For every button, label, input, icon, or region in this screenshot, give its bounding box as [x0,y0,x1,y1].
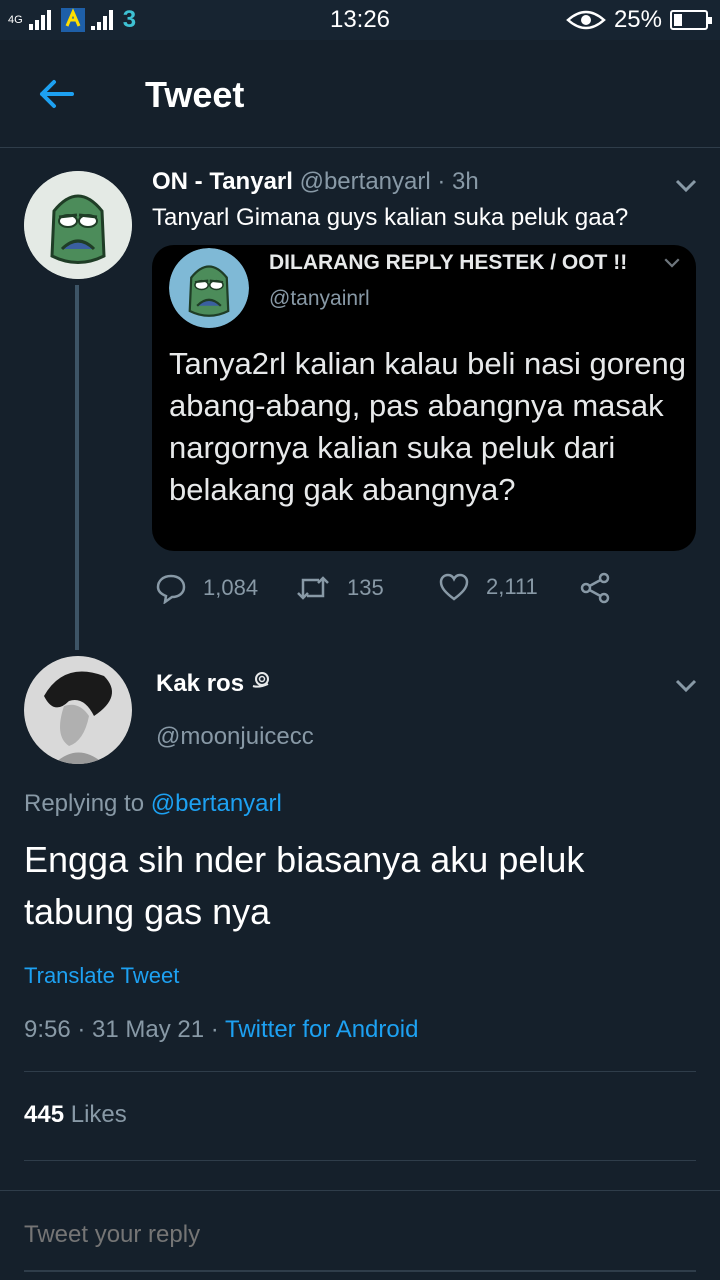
author-name[interactable]: ON - Tanyarl [152,168,293,195]
share-icon [580,572,610,604]
author-handle[interactable]: @moonjuicecc [156,723,314,751]
reply-action[interactable]: 1,084 [155,572,258,604]
likes-label: Likes [70,1101,127,1128]
separator: · [437,168,446,195]
retweet-count: 135 [347,575,384,600]
back-arrow-icon[interactable] [36,74,76,114]
reply-underline [24,1270,696,1272]
photo-avatar-icon [24,656,132,764]
parent-tweet-header: ON - Tanyarl @bertanyarl · 3h [152,168,479,196]
divider [24,1160,696,1161]
quoted-author-name: DILARANG REPLY HESTEK / OOT !! [269,251,628,274]
thread-line [75,285,79,650]
quoted-tweet-text: Tanya2rl kalian kalau beli nasi goreng a… [169,346,686,507]
tweet-source-link[interactable]: Twitter for Android [225,1016,418,1043]
translate-tweet-link[interactable]: Translate Tweet [24,963,179,989]
like-action[interactable]: 2,111 [438,572,538,602]
reply-bar [0,1190,720,1280]
status-right: 25% [566,6,712,34]
reply-count: 1,084 [203,575,259,600]
fish-avatar-icon [24,171,132,279]
replying-handle-link[interactable]: @bertanyarl [151,790,282,817]
chevron-down-icon[interactable] [674,178,698,194]
likes-count: 445 [24,1101,65,1128]
author-name[interactable]: Kak ros [156,670,271,698]
quoted-avatar [169,248,249,328]
reply-input[interactable] [24,1221,624,1249]
snail-emoji-icon [252,672,269,688]
likes-stat[interactable]: 445 Likes [24,1101,127,1129]
battery-percent: 25% [613,6,662,33]
heart-icon [439,573,469,601]
eye-icon [566,10,606,30]
author-handle[interactable]: @bertanyarl [300,168,431,195]
quoted-author-handle: @tanyainrl [269,287,370,310]
tweet-actions: 1,084 135 2,111 [155,572,635,616]
page-title: Tweet [145,74,245,115]
author-name-text: Kak ros [156,670,245,697]
tweet-time: 3h [452,168,479,195]
quoted-tweet-image[interactable]: DILARANG REPLY HESTEK / OOT !! @tanyainr… [152,245,696,551]
battery-level [674,14,682,26]
fish-avatar-icon [169,248,249,328]
avatar[interactable] [24,656,132,764]
status-bar: 4G 3 13:26 25% [0,0,720,40]
quoted-chevron-icon [664,258,680,268]
tweet-meta: 9:56 · 31 May 21 · Twitter for Android [24,1016,418,1044]
tweet-text: Engga sih nder biasanya aku peluk tabung… [24,839,585,932]
like-count: 2,111 [486,574,538,599]
tweet-timestamp: 9:56 · 31 May 21 · [24,1016,219,1043]
battery-icon [670,10,712,30]
avatar[interactable] [24,171,132,279]
replying-to: Replying to @bertanyarl [24,790,282,818]
chevron-down-icon[interactable] [674,678,698,694]
divider [24,1071,696,1072]
retweet-icon [297,576,329,600]
top-bar: Tweet [0,40,720,148]
retweet-action[interactable]: 135 [295,572,384,604]
replying-prefix: Replying to [24,790,145,817]
reply-icon [156,574,186,604]
parent-tweet-text: Tanyarl Gimana guys kalian suka peluk ga… [152,204,629,231]
share-action[interactable] [579,572,611,604]
